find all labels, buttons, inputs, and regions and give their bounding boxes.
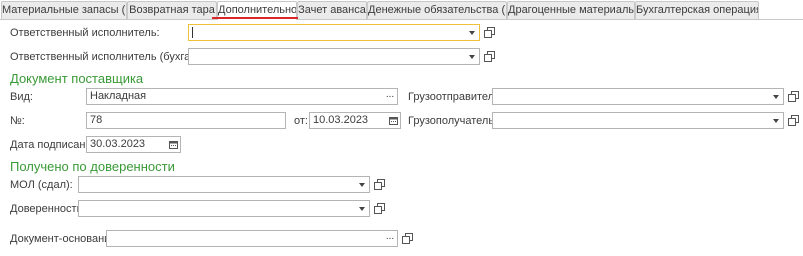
responsible-open-button[interactable] (482, 25, 497, 40)
tab-advance-offset[interactable]: Зачет аванса (297, 1, 367, 19)
mol-open-button[interactable] (372, 177, 387, 192)
tab-material-stocks[interactable]: Материальные запасы (1) (1, 1, 127, 19)
tab-monetary-obligations[interactable]: Денежные обязательства (1) (367, 1, 507, 19)
number-label: №: (10, 115, 25, 127)
responsible-input[interactable] (188, 24, 480, 41)
responsible-label: Ответственный исполнитель: (10, 27, 160, 39)
basis-document-label: Документ-основание: (10, 233, 120, 245)
chevron-down-icon (773, 94, 779, 99)
proxy-open-button[interactable] (372, 201, 387, 216)
basis-document-select-button[interactable]: ... (383, 231, 397, 246)
shipper-open-button[interactable] (786, 89, 801, 104)
chevron-down-icon (469, 54, 475, 59)
open-form-icon (788, 91, 799, 102)
ellipsis-icon: ... (385, 231, 395, 242)
mol-dropdown-button[interactable] (355, 177, 369, 192)
kind-value: Накладная (90, 90, 147, 102)
basis-document-input[interactable]: ... (106, 230, 398, 247)
responsible-accountant-input[interactable] (188, 48, 480, 65)
tab-precious-materials[interactable]: Драгоценные материалы (507, 1, 635, 19)
chevron-down-icon (359, 182, 365, 187)
sign-date-input[interactable]: 30.03.2023 (86, 136, 181, 153)
tab-bar-divider (0, 19, 803, 20)
tab-accounting-operation[interactable]: Бухгалтерская операция (635, 1, 759, 19)
text-cursor (192, 27, 193, 38)
mol-label: МОЛ (сдал): (10, 179, 73, 191)
open-form-icon (484, 27, 495, 38)
open-form-icon (788, 115, 799, 126)
sign-date-value: 30.03.2023 (90, 138, 146, 150)
basis-document-open-button[interactable] (400, 231, 415, 246)
chevron-down-icon (773, 118, 779, 123)
consignee-open-button[interactable] (786, 113, 801, 128)
supplier-document-header: Документ поставщика (10, 71, 144, 86)
tab-returnable-packaging[interactable]: Возвратная тара (127, 1, 217, 19)
number-value: 78 (90, 114, 103, 126)
proxy-input[interactable] (78, 200, 370, 217)
tab-bar: Материальные запасы (1) Возвратная тара … (0, 0, 803, 20)
shipper-input[interactable] (492, 88, 784, 105)
open-form-icon (374, 179, 385, 190)
date-from-value: 10.03.2023 (313, 114, 369, 126)
open-form-icon (484, 51, 495, 62)
sign-date-calendar-button[interactable] (166, 137, 180, 152)
consignee-input[interactable] (492, 112, 784, 129)
proxy-label: Доверенность: (10, 203, 86, 215)
kind-select-button[interactable]: ... (383, 89, 397, 104)
date-from-label: от: (294, 115, 308, 127)
active-tab-indicator (212, 17, 298, 19)
mol-input[interactable] (78, 176, 370, 193)
ellipsis-icon: ... (385, 89, 395, 100)
kind-input[interactable]: Накладная ... (86, 88, 398, 105)
number-input[interactable]: 78 (86, 112, 286, 129)
responsible-accountant-open-button[interactable] (482, 49, 497, 64)
open-form-icon (402, 233, 413, 244)
kind-label: Вид: (10, 91, 33, 103)
shipper-dropdown-button[interactable] (769, 89, 783, 104)
chevron-down-icon (359, 206, 365, 211)
consignee-label: Грузополучатель: (408, 115, 498, 127)
proxy-dropdown-button[interactable] (355, 201, 369, 216)
open-form-icon (374, 203, 385, 214)
responsible-accountant-dropdown-button[interactable] (465, 49, 479, 64)
date-from-calendar-button[interactable] (386, 113, 400, 128)
proxy-section-header: Получено по доверенности (10, 159, 175, 174)
consignee-dropdown-button[interactable] (769, 113, 783, 128)
calendar-icon (168, 141, 178, 149)
chevron-down-icon (469, 30, 475, 35)
shipper-label: Грузоотправитель: (408, 91, 503, 103)
date-from-input[interactable]: 10.03.2023 (309, 112, 401, 129)
calendar-icon (388, 117, 398, 125)
responsible-dropdown-button[interactable] (465, 25, 479, 40)
